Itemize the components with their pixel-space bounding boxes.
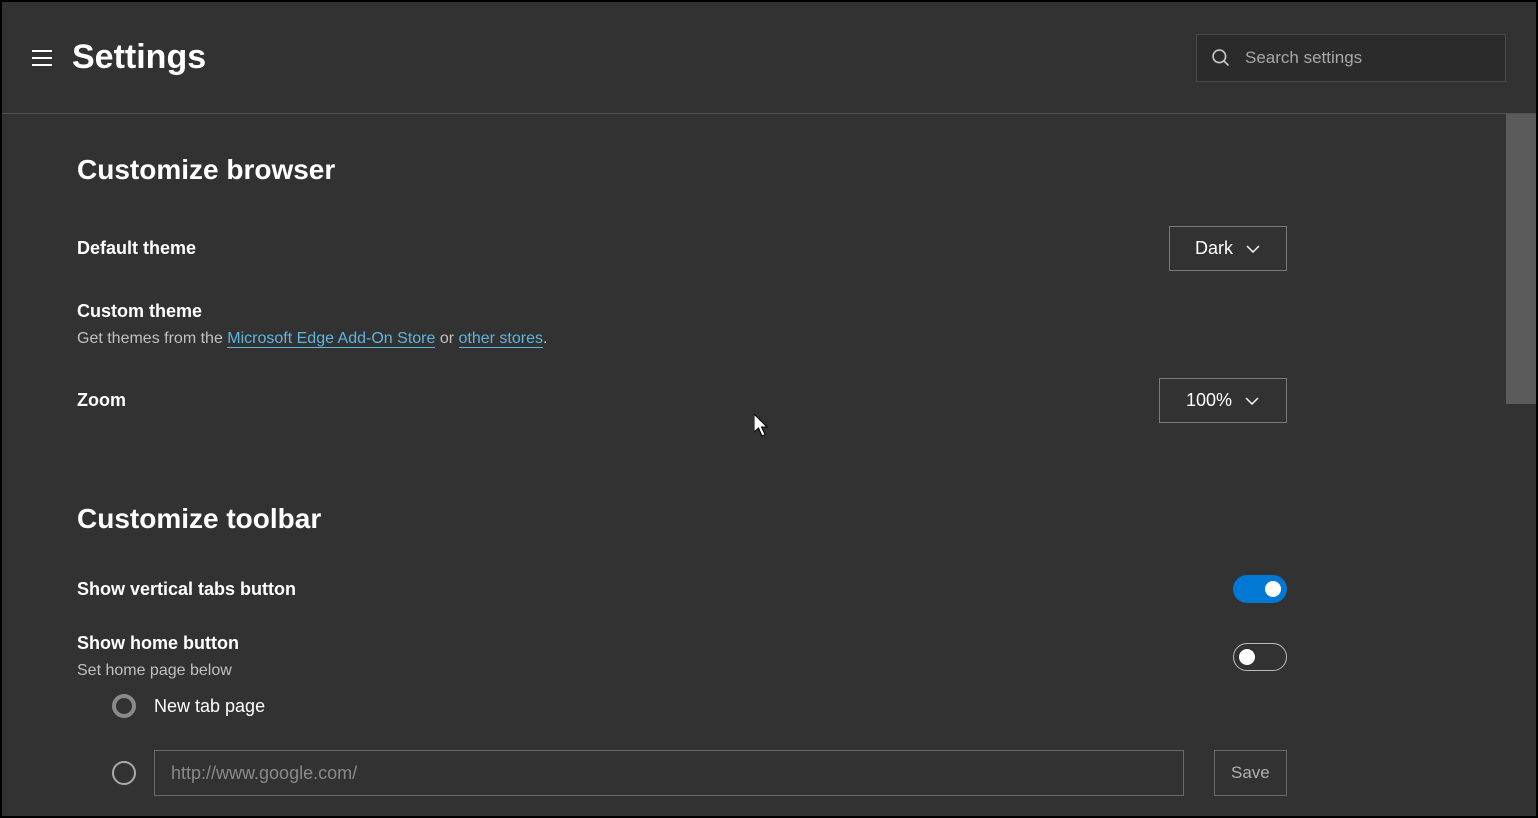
custom-theme-label: Custom theme [77,301,1287,322]
menu-icon[interactable] [32,50,52,66]
zoom-row: Zoom 100% [77,378,1287,423]
custom-url-radio[interactable] [112,761,136,785]
zoom-value: 100% [1186,390,1232,411]
home-button-subtitle: Set home page below [77,662,239,680]
edge-addon-link[interactable]: Microsoft Edge Add-On Store [227,330,435,348]
home-button-row: Show home button Set home page below [77,633,1287,680]
chevron-down-icon [1245,244,1261,254]
toggle-knob [1265,581,1281,597]
section-customize-toolbar: Customize toolbar [77,503,1461,535]
home-url-input[interactable] [154,750,1184,796]
new-tab-page-option: New tab page [112,694,1461,718]
vertical-tabs-label: Show vertical tabs button [77,579,296,600]
custom-theme-desc: Get themes from the Microsoft Edge Add-O… [77,330,1287,348]
vertical-tabs-toggle[interactable] [1233,575,1287,603]
search-input[interactable] [1245,48,1491,68]
chevron-down-icon [1244,396,1260,406]
home-button-label: Show home button [77,633,239,654]
page-title: Settings [72,38,1196,77]
search-icon [1211,48,1231,68]
settings-content: Customize browser Default theme Dark Cus… [2,114,1536,816]
zoom-dropdown[interactable]: 100% [1159,378,1287,423]
custom-theme-row: Custom theme Get themes from the Microso… [77,301,1287,348]
custom-url-option: Save [112,750,1461,796]
new-tab-label: New tab page [154,696,265,717]
new-tab-radio[interactable] [112,694,136,718]
default-theme-dropdown[interactable]: Dark [1169,226,1287,271]
default-theme-label: Default theme [77,238,196,259]
section-customize-browser: Customize browser [77,154,1461,186]
zoom-label: Zoom [77,390,126,411]
toggle-knob [1239,649,1255,665]
save-button[interactable]: Save [1214,750,1287,796]
home-button-toggle[interactable] [1233,643,1287,671]
other-stores-link[interactable]: other stores [459,330,543,348]
default-theme-value: Dark [1195,238,1233,259]
vertical-tabs-row: Show vertical tabs button [77,575,1287,603]
search-container[interactable] [1196,34,1506,82]
settings-header: Settings [2,2,1536,114]
default-theme-row: Default theme Dark [77,226,1287,271]
